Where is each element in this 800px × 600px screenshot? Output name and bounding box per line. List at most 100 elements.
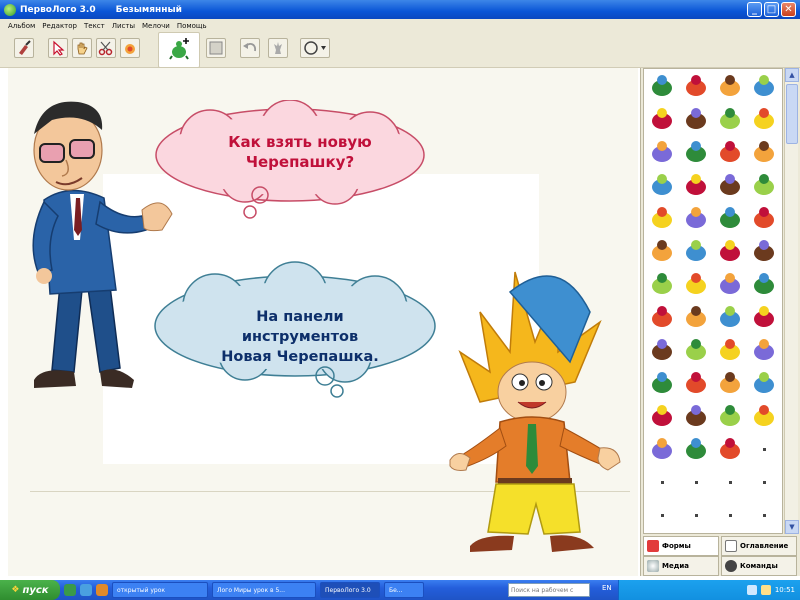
shape-cell[interactable] — [749, 170, 779, 200]
shape-cell[interactable] — [749, 269, 779, 299]
close-button[interactable]: ✕ — [781, 2, 796, 17]
shape-cell[interactable] — [647, 368, 677, 398]
shape-cell[interactable] — [647, 434, 677, 464]
new-turtle-button[interactable] — [158, 32, 200, 68]
browser-icon[interactable] — [80, 584, 92, 596]
shape-cell[interactable] — [647, 71, 677, 101]
shape-cell[interactable] — [647, 269, 677, 299]
disc-icon — [647, 560, 659, 572]
shape-cell[interactable] — [715, 71, 745, 101]
shape-cell[interactable] — [681, 434, 711, 464]
scroll-up-arrow-icon[interactable]: ▲ — [785, 68, 799, 82]
hut-icon — [686, 141, 706, 162]
scissors-button[interactable] — [96, 38, 116, 58]
shape-cell[interactable] — [749, 335, 779, 365]
menu-sheets[interactable]: Листы — [112, 22, 135, 30]
task-untitled[interactable]: Бе... — [384, 582, 424, 598]
tab-commands[interactable]: Команды — [721, 556, 797, 576]
menu-album[interactable]: Альбом — [8, 22, 35, 30]
volume-icon[interactable] — [746, 585, 757, 595]
start-button[interactable]: ❖ пуск — [0, 580, 60, 600]
shape-cell[interactable] — [715, 302, 745, 332]
shape-cell[interactable] — [647, 335, 677, 365]
panel-tabs-bottom: Медиа Команды — [643, 556, 797, 576]
shape-cell[interactable] — [749, 71, 779, 101]
answer-line-3: Новая Черепашка. — [221, 349, 379, 365]
task-open-lesson[interactable]: открытый урок — [112, 582, 208, 598]
stamp-button[interactable] — [268, 38, 288, 58]
task-logo-lesson[interactable]: Лого Миры урок в 5... — [212, 582, 316, 598]
media-player-icon[interactable] — [96, 584, 108, 596]
empty-slot — [695, 514, 698, 517]
shape-cell[interactable] — [715, 170, 745, 200]
broom-button[interactable] — [14, 38, 34, 58]
shape-cell[interactable] — [681, 137, 711, 167]
scrollbar-thumb[interactable] — [786, 84, 798, 144]
network-icon[interactable] — [760, 585, 771, 595]
quicklaunch-icon[interactable] — [64, 584, 76, 596]
desktop-search-input[interactable]: Поиск на рабочем с — [508, 583, 590, 597]
shape-cell[interactable] — [681, 170, 711, 200]
undo-button[interactable] — [240, 38, 260, 58]
parrot-icon — [754, 306, 774, 327]
shape-cell[interactable] — [715, 401, 745, 431]
shape-cell[interactable] — [681, 401, 711, 431]
shape-cell[interactable] — [715, 335, 745, 365]
square-button[interactable] — [206, 38, 226, 58]
tab-forms-label: Формы — [662, 542, 691, 550]
shape-cell[interactable] — [715, 269, 745, 299]
fir-tree-icon — [720, 207, 740, 228]
shape-cell[interactable] — [681, 203, 711, 233]
shape-cell[interactable] — [647, 302, 677, 332]
maximize-button[interactable]: □ — [764, 2, 779, 17]
hand-button[interactable] — [72, 38, 92, 58]
shape-cell[interactable] — [749, 236, 779, 266]
shape-cell[interactable] — [749, 368, 779, 398]
menu-editor[interactable]: Редактор — [42, 22, 77, 30]
tab-contents[interactable]: Оглавление — [721, 536, 797, 556]
minimize-button[interactable]: _ — [747, 2, 762, 17]
shape-cell[interactable] — [647, 170, 677, 200]
shape-cell[interactable] — [681, 71, 711, 101]
shape-cell[interactable] — [749, 401, 779, 431]
shape-cell[interactable] — [647, 104, 677, 134]
shape-cell[interactable] — [715, 434, 745, 464]
task-pervologo[interactable]: ПервоЛого 3.0 — [320, 582, 380, 598]
shape-cell[interactable] — [749, 203, 779, 233]
ufo-icon — [754, 372, 774, 393]
shape-cell[interactable] — [749, 104, 779, 134]
shape-cell[interactable] — [715, 203, 745, 233]
tab-contents-label: Оглавление — [740, 542, 789, 550]
shape-cell[interactable] — [715, 236, 745, 266]
shape-cell[interactable] — [681, 236, 711, 266]
tab-forms[interactable]: Формы — [643, 536, 719, 556]
shape-cell[interactable] — [715, 104, 745, 134]
shape-cell[interactable] — [681, 269, 711, 299]
shape-cell[interactable] — [715, 137, 745, 167]
tab-media[interactable]: Медиа — [643, 556, 719, 576]
shape-cell[interactable] — [647, 401, 677, 431]
shape-cell[interactable] — [647, 203, 677, 233]
rose-icon — [754, 207, 774, 228]
shape-cell[interactable] — [681, 368, 711, 398]
shape-cell[interactable] — [749, 302, 779, 332]
app-title: ПервоЛого 3.0 — [20, 4, 96, 15]
menu-help[interactable]: Помощь — [177, 22, 207, 30]
shape-cell[interactable] — [681, 335, 711, 365]
shape-cell[interactable] — [715, 368, 745, 398]
shape-cell[interactable] — [647, 236, 677, 266]
pointer-button[interactable] — [48, 38, 68, 58]
shape-cell[interactable] — [749, 137, 779, 167]
palette-scrollbar[interactable]: ▲ ▼ — [784, 68, 799, 534]
boy-character-image — [449, 271, 621, 552]
menu-text[interactable]: Текст — [84, 22, 105, 30]
paint-fill-button[interactable] — [120, 38, 140, 58]
shape-cell[interactable] — [681, 302, 711, 332]
shape-cell[interactable] — [647, 137, 677, 167]
panel-tabs-top: Формы Оглавление — [643, 536, 797, 556]
menu-misc[interactable]: Мелочи — [142, 22, 170, 30]
shape-dropdown-button[interactable] — [300, 38, 330, 58]
language-indicator[interactable]: EN — [602, 584, 612, 592]
scroll-down-arrow-icon[interactable]: ▼ — [785, 520, 799, 534]
shape-cell[interactable] — [681, 104, 711, 134]
